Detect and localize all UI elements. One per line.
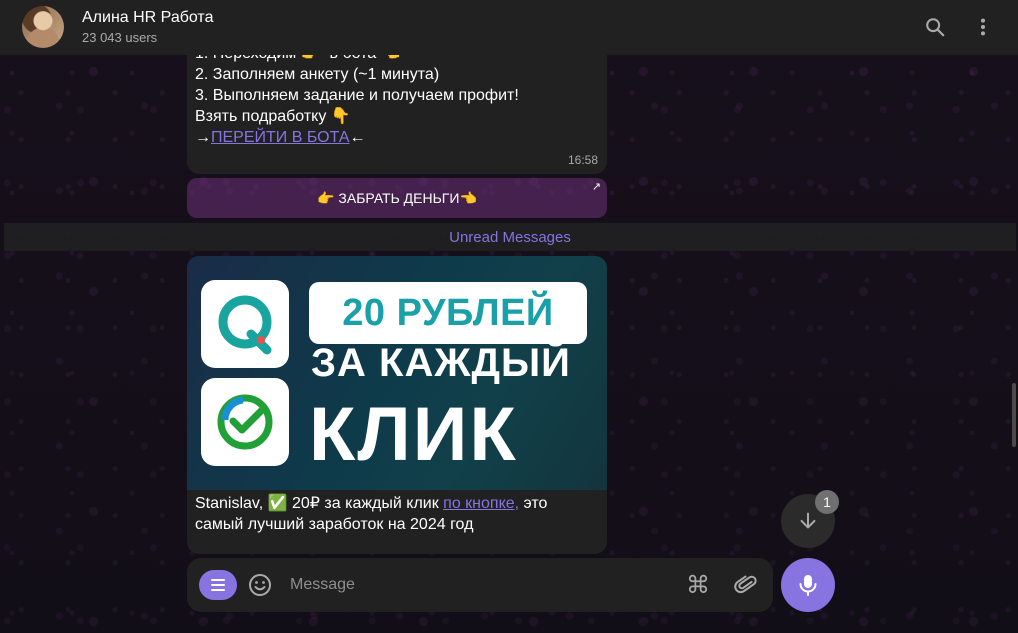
attach-icon[interactable] xyxy=(733,572,759,598)
scrollbar[interactable] xyxy=(1012,383,1016,447)
promo-pill: 20 РУБЛЕЙ xyxy=(309,282,587,344)
unread-label: Unread Messages xyxy=(449,228,571,246)
caption-text: Stanislav, ✅ 20₽ за каждый клик xyxy=(195,495,444,512)
chat-subtitle: 23 043 users xyxy=(82,30,158,45)
avatar[interactable] xyxy=(22,6,64,48)
arrow-down-icon xyxy=(800,512,816,529)
arrow-glyph: ← xyxy=(349,129,366,146)
chat-title[interactable]: Алина HR Работа xyxy=(82,9,213,27)
message-time: 16:58 xyxy=(567,153,598,167)
promo-line-3: КЛИК xyxy=(309,392,518,477)
message-line: 2. Заполняем анкету (~1 минута) xyxy=(195,66,440,83)
bot-link[interactable]: ПЕРЕЙТИ В БОТА xyxy=(211,129,350,146)
message-composer[interactable]: ⌘ xyxy=(187,558,773,612)
promo-line-2: ЗА КАЖДЫЙ xyxy=(311,341,571,385)
message-bubble[interactable]: 1. Переходим 👉 в бота 👈 2. Заполняем анк… xyxy=(187,43,607,174)
microphone-icon xyxy=(799,575,817,596)
promo-pill-text: 20 РУБЛЕЙ xyxy=(342,291,554,334)
qiwi-logo-icon xyxy=(201,280,289,368)
message-line: 3. Выполняем задание и получаем профит! xyxy=(195,87,519,104)
menu-icon xyxy=(211,579,225,591)
search-icon[interactable] xyxy=(922,14,948,40)
command-icon[interactable]: ⌘ xyxy=(685,572,711,599)
unread-count-badge: 1 xyxy=(815,490,839,514)
message-line: Взять подработку 👇 xyxy=(195,108,351,125)
more-vertical-icon[interactable] xyxy=(970,14,996,40)
arrow-glyph: → xyxy=(195,129,211,146)
bot-menu-button[interactable] xyxy=(199,570,237,600)
external-link-icon: ↗ xyxy=(591,181,601,193)
message-bubble[interactable]: 20 РУБЛЕЙ ЗА КАЖДЫЙ КЛИК Stanislav, ✅ 20… xyxy=(187,256,607,554)
microphone-button[interactable] xyxy=(781,558,835,612)
promo-image[interactable]: 20 РУБЛЕЙ ЗА КАЖДЫЙ КЛИК xyxy=(187,256,607,490)
emoji-icon[interactable] xyxy=(247,572,273,598)
message-caption: Stanislav, ✅ 20₽ за каждый клик по кнопк… xyxy=(195,493,595,535)
chat-header[interactable]: Алина HR Работа 23 043 users xyxy=(0,0,1018,55)
message-link-line: →ПЕРЕЙТИ В БОТА← xyxy=(195,127,599,148)
inline-button-label: 👉 ЗАБРАТЬ ДЕНЬГИ👈 xyxy=(317,189,477,206)
sber-logo-icon xyxy=(201,378,289,466)
caption-link[interactable]: по кнопке, xyxy=(443,495,519,512)
inline-keyboard-button[interactable]: 👉 ЗАБРАТЬ ДЕНЬГИ👈 ↗ xyxy=(187,178,607,218)
message-input[interactable] xyxy=(290,572,670,598)
unread-messages-divider: Unread Messages xyxy=(4,223,1016,251)
